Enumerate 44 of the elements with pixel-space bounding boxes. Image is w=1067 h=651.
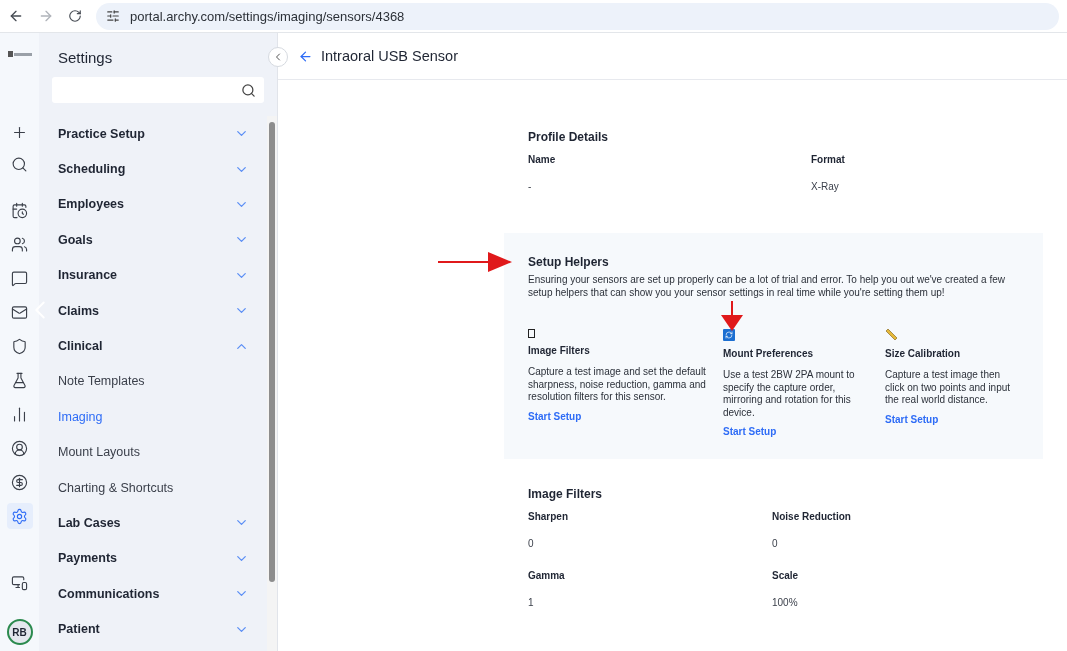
description: Ensuring your sensors are set up properly can be a lot of trial and error. To help you out we've created a few setup helpers that can show you your sensor settings in real time while you're setting them up! <box>528 274 1006 299</box>
field-value: 0 <box>528 538 535 551</box>
sidebar-section[interactable]: Claims <box>58 292 249 329</box>
sidebar-section[interactable]: Practice Setup <box>58 116 249 152</box>
page-title: Intraoral USB Sensor <box>321 48 458 64</box>
sidebar-item[interactable]: Charting & Shortcuts <box>58 469 249 506</box>
start-setup-link[interactable]: Start Setup <box>885 413 939 425</box>
sidebar-section[interactable]: Insurance <box>58 257 249 293</box>
sidebar-item[interactable]: Note Templates <box>58 363 249 400</box>
sidebar-section[interactable]: Communications <box>58 576 249 612</box>
section-title: Setup Helpers <box>528 255 610 269</box>
field-value: - <box>528 181 533 194</box>
sidebar-item[interactable]: Imaging <box>58 399 249 435</box>
sidebar-section[interactable]: Clinical <box>58 328 249 364</box>
field-label: Name <box>528 154 557 167</box>
field-value: 0 <box>772 538 779 551</box>
helper-description: Capture a test image and set the default sharpness, noise reduction, gamma and resolution filters for this sensor. <box>528 366 707 404</box>
helper-title: Image Filters <box>528 345 591 356</box>
sidebar-item[interactable]: Mount Layouts <box>58 434 249 470</box>
sidebar-section[interactable]: Payments <box>58 540 249 577</box>
field-value: 1 <box>528 597 535 610</box>
sidebar-section[interactable]: Patient <box>58 611 249 647</box>
sidebar-section[interactable]: Goals <box>58 222 249 258</box>
address-bar[interactable]: portal.archy.com/settings/imaging/sensors/4368 <box>96 2 1059 30</box>
field-label: Noise Reduction <box>772 511 852 524</box>
section-title: Image Filters <box>528 487 604 501</box>
helper-description: Use a test 2BW 2PA mount to specify the capture order, mirroring and rotation for this device. <box>723 369 856 419</box>
sidebar-section[interactable]: Scheduling <box>58 151 249 187</box>
field-label: Format <box>811 154 846 167</box>
sidebar-title: Settings <box>57 48 114 68</box>
sidebar-section[interactable]: Employees <box>58 186 249 223</box>
section-title: Profile Details <box>528 130 610 144</box>
user-avatar[interactable]: RB <box>6 619 33 645</box>
helper-title: Size Calibration <box>885 348 961 359</box>
field-label: Gamma <box>528 570 566 583</box>
sidebar-section[interactable]: Lab Cases <box>58 505 249 541</box>
field-value: X-Ray <box>811 181 840 194</box>
field-label: Scale <box>772 570 800 583</box>
start-setup-link[interactable]: Start Setup <box>723 426 777 437</box>
helper-description: Capture a test image then click on two points and input the real world distance. <box>885 369 1012 407</box>
start-setup-link[interactable]: Start Setup <box>528 410 582 422</box>
helper-title: Mount Preferences <box>723 348 815 359</box>
field-label: Sharpen <box>528 511 569 524</box>
field-value: 100% <box>772 597 799 610</box>
